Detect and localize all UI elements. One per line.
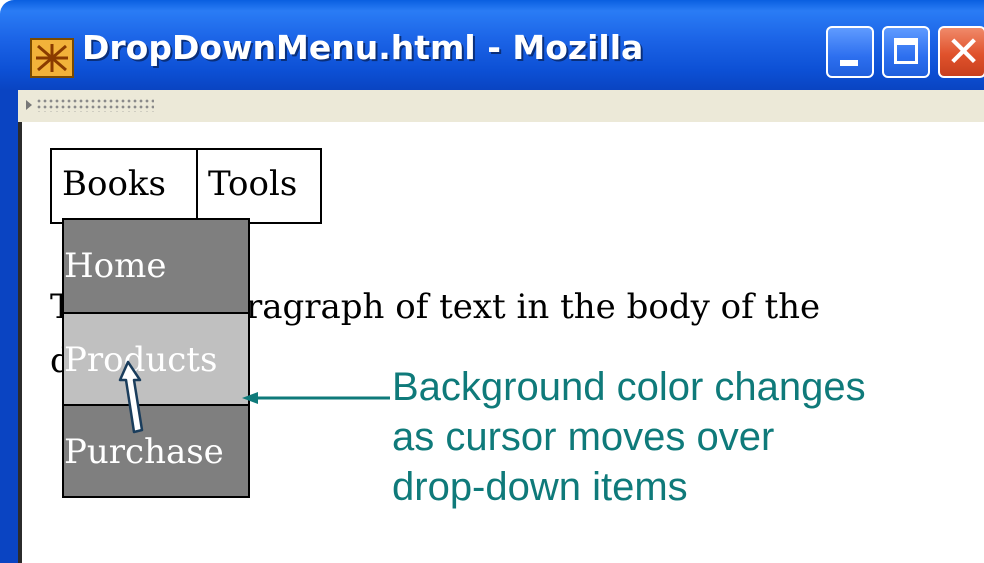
browser-window: DropDownMenu.html - Mozilla ✕ This is a … [0, 0, 984, 563]
page-content: This is a paragraph of text in the body … [22, 122, 984, 563]
annotation-callout: Background color changes as cursor moves… [392, 362, 984, 512]
menu-books[interactable]: Books [52, 150, 196, 222]
dropdown-item-purchase[interactable]: Purchase [64, 404, 248, 496]
books-dropdown: Home Products Purchase [62, 218, 250, 498]
mozilla-icon[interactable] [30, 38, 74, 78]
dropdown-item-products[interactable]: Products [64, 312, 248, 404]
close-icon: ✕ [946, 27, 982, 76]
annotation-line-2: as cursor moves over [392, 415, 775, 459]
maximize-button[interactable] [882, 26, 930, 78]
maximize-icon [894, 38, 918, 64]
arrow-cursor-icon [118, 360, 144, 434]
menu-tools[interactable]: Tools [196, 150, 320, 222]
close-button[interactable]: ✕ [938, 26, 984, 78]
minimize-button[interactable] [826, 26, 874, 78]
menu-bar: Books Tools [50, 148, 322, 224]
expand-arrow-icon[interactable] [26, 100, 32, 110]
minimize-icon [840, 60, 858, 66]
window-left-frame [0, 90, 18, 563]
title-bar[interactable]: DropDownMenu.html - Mozilla ✕ [0, 0, 984, 90]
window-title: DropDownMenu.html - Mozilla [82, 28, 644, 67]
annotation-line-3: drop-down items [392, 465, 688, 509]
dropdown-item-home[interactable]: Home [64, 220, 248, 312]
annotation-line-1: Background color changes [392, 365, 866, 409]
callout-arrow-icon [242, 392, 390, 404]
toolbar-grip-icon[interactable] [36, 98, 154, 112]
collapsed-toolbar[interactable] [18, 90, 984, 123]
